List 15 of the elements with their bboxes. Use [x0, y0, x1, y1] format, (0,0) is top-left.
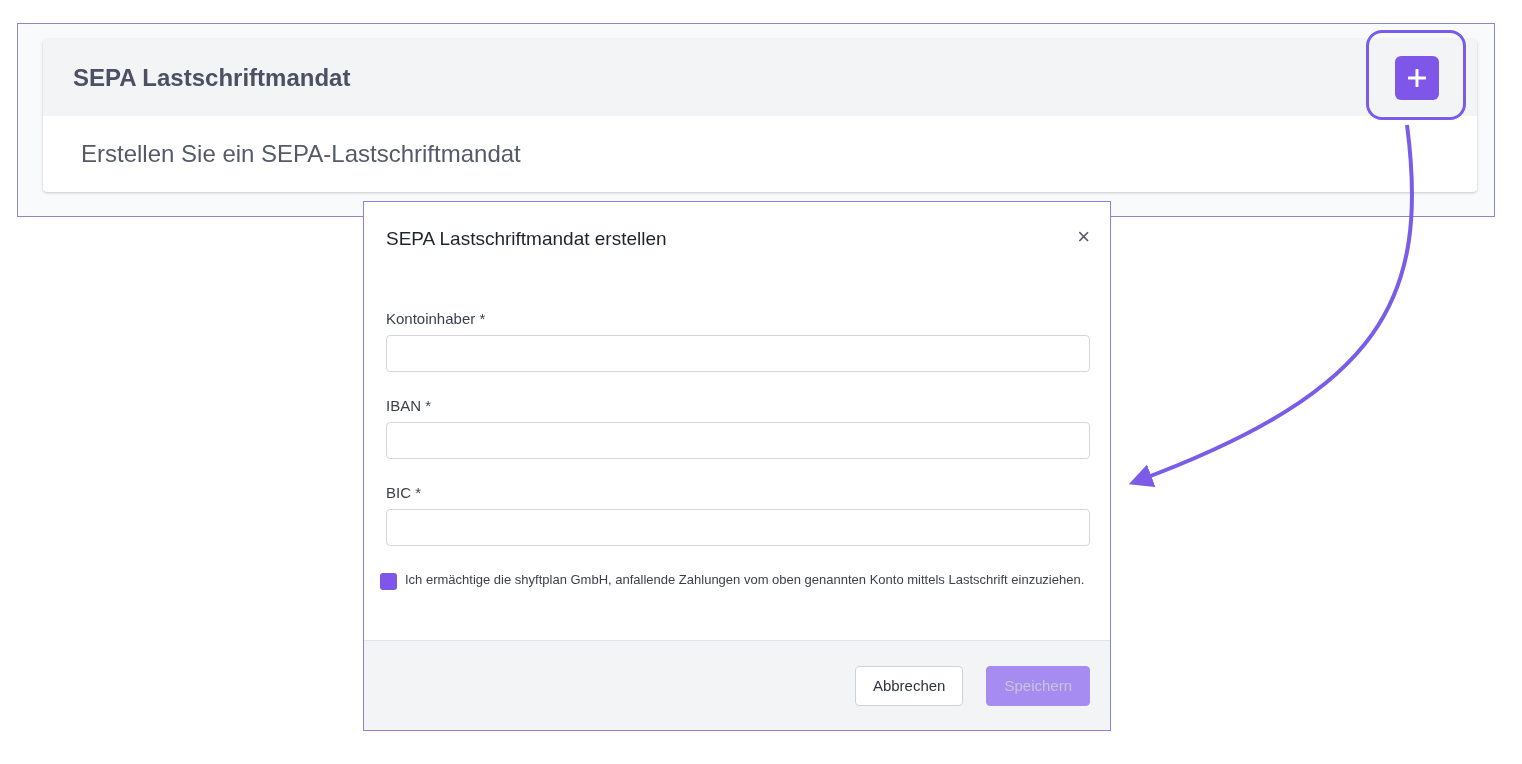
checkbox[interactable] [380, 573, 397, 590]
plus-icon [1408, 68, 1426, 87]
add-button[interactable] [1395, 55, 1439, 100]
close-button[interactable]: × [1077, 226, 1090, 248]
input-field[interactable] [386, 509, 1090, 546]
input-field[interactable] [386, 335, 1090, 372]
field-label: BIC * [386, 484, 422, 501]
field-label: IBAN * [386, 397, 432, 414]
card-description: Erstellen Sie ein SEPA-Lastschriftmandat [81, 140, 521, 168]
cancel-button[interactable]: Abbrechen [854, 665, 964, 706]
field-label: Kontoinhaber * [386, 310, 487, 327]
consent-text: Ich ermächtige die shyftplan GmbH, anfallende Zahlungen vom oben genannten Konto mittels Lastschrift einzuziehen. [405, 571, 1085, 588]
dialog-title: SEPA Lastschriftmandat erstellen [386, 228, 667, 250]
input-field[interactable] [386, 422, 1090, 459]
card-title: SEPA Lastschriftmandat [73, 63, 351, 92]
